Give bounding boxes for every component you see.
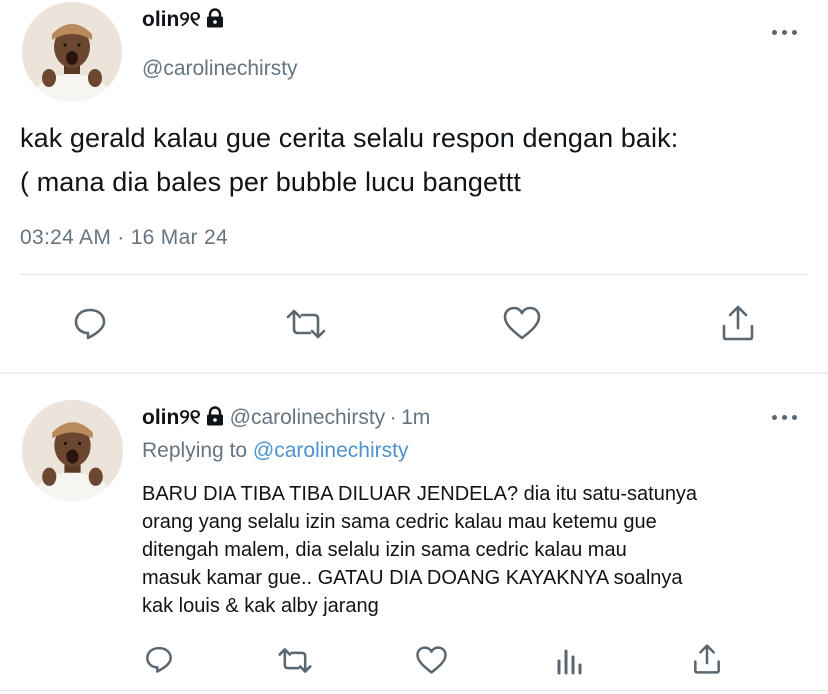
- main-reply-button[interactable]: [70, 303, 110, 343]
- reply-line-5: kak louis & kak alby jarang: [142, 595, 379, 617]
- reply-more-icon[interactable]: [772, 414, 798, 422]
- reply-reply-button[interactable]: [142, 642, 176, 676]
- reply-line-2: orang yang selalu izin sama cedric kalau…: [142, 511, 657, 533]
- profile-photo-icon: [22, 400, 123, 501]
- replying-prefix: Replying to: [142, 439, 248, 462]
- reply-separator: ·: [389, 406, 397, 429]
- main-tweet-line-2: ( mana dia bales per bubble lucu bangett…: [20, 167, 521, 197]
- reply-line-3: ditengah malem, dia selalu izin sama ced…: [142, 539, 627, 561]
- reply-like-button[interactable]: [413, 643, 449, 677]
- bottom-divider: [0, 690, 828, 691]
- main-display-name[interactable]: olin୨୧: [142, 8, 201, 31]
- reply-display-name[interactable]: olin୨୧: [142, 406, 201, 429]
- reply-icon: [74, 308, 106, 340]
- retweet-icon: [278, 647, 312, 673]
- reply-author-row: olin୨୧ @carolinechirsty · 1m: [142, 406, 430, 431]
- lock-icon: [205, 8, 225, 33]
- reply-retweet-button[interactable]: [276, 643, 314, 677]
- share-icon: [722, 305, 754, 341]
- main-more-icon[interactable]: [772, 29, 798, 37]
- main-author-row: olin୨୧: [142, 8, 225, 33]
- main-avatar[interactable]: [22, 2, 122, 102]
- reply-line-4: masuk kamar gue.. GATAU DIA DOANG KAYAKN…: [142, 567, 683, 589]
- section-separator: [0, 372, 828, 374]
- reply-time[interactable]: 1m: [401, 406, 430, 429]
- like-icon: [503, 306, 541, 340]
- main-retweet-button[interactable]: [284, 304, 328, 344]
- analytics-icon: [557, 649, 582, 675]
- main-tweet-line-1: kak gerald kalau gue cerita selalu respo…: [20, 123, 679, 153]
- like-icon: [415, 646, 447, 674]
- main-handle[interactable]: @carolinechirsty: [142, 57, 298, 81]
- main-share-button[interactable]: [718, 302, 758, 344]
- reply-avatar[interactable]: [22, 400, 123, 501]
- divider: [20, 274, 808, 275]
- main-tweet-text: kak gerald kalau gue cerita selalu respo…: [20, 116, 820, 204]
- main-timestamp[interactable]: 03:24 AM · 16 Mar 24: [20, 226, 228, 250]
- retweet-icon: [286, 309, 326, 339]
- share-icon: [694, 644, 720, 674]
- reply-icon: [146, 646, 172, 673]
- main-like-button[interactable]: [500, 303, 544, 343]
- lock-icon: [205, 406, 225, 431]
- reply-handle[interactable]: @carolinechirsty: [230, 406, 386, 429]
- reply-tweet-text: BARU DIA TIBA TIBA DILUAR JENDELA? dia i…: [142, 480, 812, 620]
- profile-photo-icon: [22, 2, 122, 102]
- reply-analytics-button[interactable]: [552, 643, 586, 677]
- replying-mention-link[interactable]: @carolinechirsty: [253, 439, 409, 462]
- reply-share-button[interactable]: [690, 641, 724, 677]
- reply-line-1: BARU DIA TIBA TIBA DILUAR JENDELA? dia i…: [142, 483, 698, 505]
- replying-to: Replying to @carolinechirsty: [142, 439, 408, 463]
